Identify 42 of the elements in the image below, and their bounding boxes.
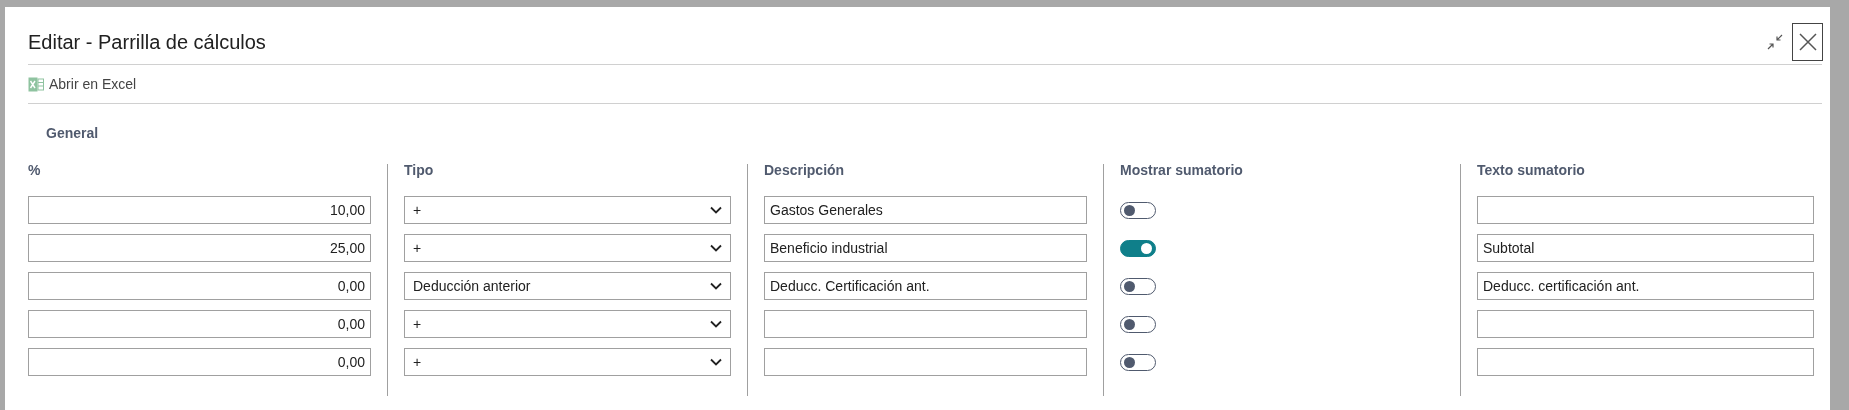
close-icon: [1797, 31, 1818, 52]
toggle-switch[interactable]: [1120, 239, 1156, 257]
input-field[interactable]: 10,00: [28, 196, 371, 224]
column-header: %: [28, 162, 41, 178]
chevron-down-icon: [710, 282, 722, 290]
input-field[interactable]: [1477, 196, 1814, 224]
chevron-down-icon: [710, 206, 722, 214]
chevron-down-icon: [710, 358, 722, 366]
input-field[interactable]: [1477, 348, 1814, 376]
dialog-title: Editar - Parrilla de cálculos: [28, 29, 266, 55]
column-header: Mostrar sumatorio: [1120, 162, 1243, 178]
input-field[interactable]: [764, 348, 1087, 376]
input-field[interactable]: Deducc. Certificación ant.: [764, 272, 1087, 300]
input-field[interactable]: 0,00: [28, 272, 371, 300]
toggle-switch[interactable]: [1120, 201, 1156, 219]
chevron-down-icon: [710, 244, 722, 252]
collapse-icon[interactable]: [1766, 32, 1784, 51]
input-field[interactable]: Subtotal: [1477, 234, 1814, 262]
input-field[interactable]: Beneficio industrial: [764, 234, 1087, 262]
dropdown-field[interactable]: +: [404, 196, 731, 224]
column-header: Descripción: [764, 162, 845, 178]
toggle-switch[interactable]: [1120, 277, 1156, 295]
section-title: General: [46, 125, 99, 141]
input-field[interactable]: 25,00: [28, 234, 371, 262]
input-field[interactable]: [764, 310, 1087, 338]
dropdown-field[interactable]: +: [404, 234, 731, 262]
open-in-excel-button[interactable]: Abrir en Excel: [28, 73, 137, 95]
input-field[interactable]: Deducc. certificación ant.: [1477, 272, 1814, 300]
toggle-switch[interactable]: [1120, 353, 1156, 371]
close-button[interactable]: [1792, 22, 1823, 61]
column-header: Tipo: [404, 162, 434, 178]
dropdown-field[interactable]: +: [404, 310, 731, 338]
spreadsheet-icon: [28, 76, 44, 92]
column-header: Texto sumatorio: [1477, 162, 1585, 178]
input-field[interactable]: 0,00: [28, 310, 371, 338]
dropdown-field[interactable]: +: [404, 348, 731, 376]
input-field[interactable]: Gastos Generales: [764, 196, 1087, 224]
input-field[interactable]: 0,00: [28, 348, 371, 376]
dropdown-field[interactable]: Deducción anterior: [404, 272, 731, 300]
input-field[interactable]: [1477, 310, 1814, 338]
chevron-down-icon: [710, 320, 722, 328]
toggle-switch[interactable]: [1120, 315, 1156, 333]
